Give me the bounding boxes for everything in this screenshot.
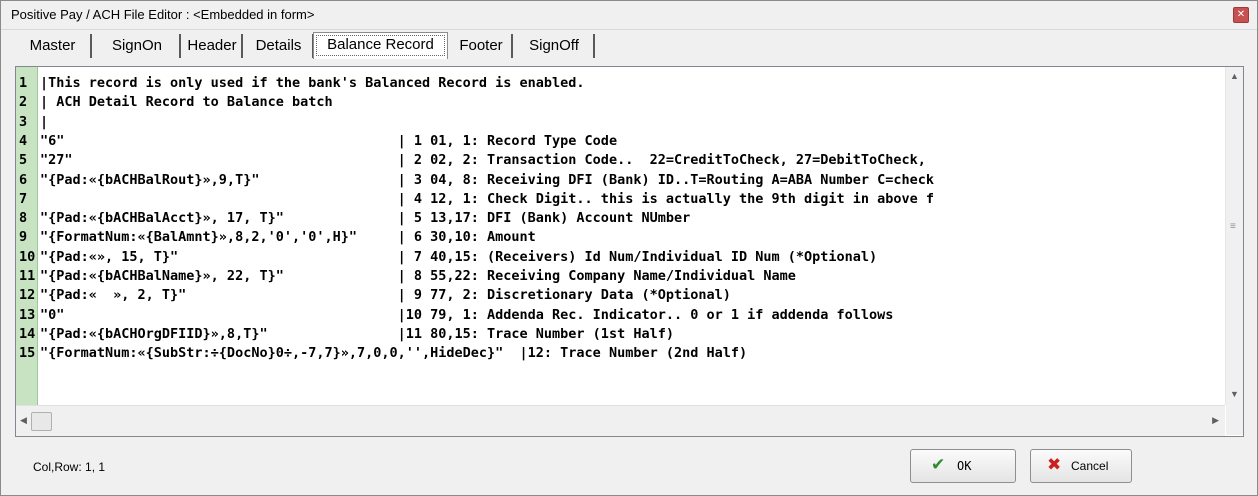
line-number: 4 xyxy=(19,132,28,149)
line-number: 12 xyxy=(19,287,36,304)
code-editor[interactable]: 1 2 3 4 5 6 7 8 9 10 11 12 13 14 15 |Thi… xyxy=(15,66,1244,437)
line-number: 7 xyxy=(19,190,28,207)
code-area[interactable]: |This record is only used if the bank's … xyxy=(40,67,1216,405)
horizontal-scrollbar[interactable]: ◀ ▶ xyxy=(16,405,1225,436)
line-number: 1 xyxy=(19,75,28,91)
vertical-scrollbar[interactable]: ▲ ≡ ▼ xyxy=(1225,67,1243,405)
line-number: 10 xyxy=(19,248,36,265)
ok-label: OK xyxy=(957,459,972,473)
code-line[interactable]: "{Pad:«{bACHBalRout}»,9,T}" | 3 04, 8: R… xyxy=(40,171,934,190)
tab-balance-record[interactable]: Balance Record xyxy=(313,32,448,59)
code-line[interactable]: "{Pad:«{bACHBalAcct}», 17, T}" | 5 13,17… xyxy=(40,209,690,228)
editor-window: Positive Pay / ACH File Editor : <Embedd… xyxy=(0,0,1258,496)
ok-button[interactable]: ✔ OK xyxy=(910,449,1016,483)
cancel-button[interactable]: ✖ Cancel xyxy=(1030,449,1132,483)
code-line[interactable]: "0" |10 79, 1: Addenda Rec. Indicator.. … xyxy=(40,306,893,325)
code-line[interactable]: "{Pad:« », 2, T}" | 9 77, 2: Discretiona… xyxy=(40,286,731,305)
cancel-label: Cancel xyxy=(1071,459,1109,473)
code-line[interactable]: "{Pad:«{bACHOrgDFIID}»,8,T}" |11 80,15: … xyxy=(40,325,674,344)
code-line[interactable]: |This record is only used if the bank's … xyxy=(40,74,585,93)
code-line[interactable]: "{Pad:«», 15, T}" | 7 40,15: (Receivers)… xyxy=(40,248,877,267)
scroll-left-icon[interactable]: ◀ xyxy=(20,415,27,426)
line-number-gutter: 1 2 3 4 5 6 7 8 9 10 11 12 13 14 15 xyxy=(16,67,38,405)
line-number: 5 xyxy=(19,152,28,169)
scrollbar-corner xyxy=(1226,405,1243,435)
line-number: 11 xyxy=(19,268,36,284)
code-line[interactable]: "27" | 2 02, 2: Transaction Code.. 22=Cr… xyxy=(40,151,926,170)
line-number: 3 xyxy=(19,113,28,130)
line-number: 2 xyxy=(19,94,28,111)
line-number: 15 xyxy=(19,345,36,362)
line-number: 8 xyxy=(19,210,28,227)
scroll-grip-icon[interactable]: ≡ xyxy=(1230,221,1236,232)
line-number: 9 xyxy=(19,229,28,246)
tab-signoff[interactable]: SignOff xyxy=(515,34,595,58)
checkmark-icon: ✔ xyxy=(931,455,946,475)
line-number: 13 xyxy=(19,306,36,323)
code-line[interactable]: | xyxy=(40,113,48,132)
horizontal-scroll-thumb[interactable] xyxy=(31,412,52,431)
tab-signon[interactable]: SignOn xyxy=(95,34,181,58)
line-number: 14 xyxy=(19,325,36,342)
scroll-down-icon[interactable]: ▼ xyxy=(1230,389,1239,399)
code-line[interactable]: | 4 12, 1: Check Digit.. this is actuall… xyxy=(40,190,934,209)
tab-header[interactable]: Header xyxy=(183,34,243,58)
window-title: Positive Pay / ACH File Editor : <Embedd… xyxy=(11,7,315,22)
code-line[interactable]: "6" | 1 01, 1: Record Type Code xyxy=(40,132,617,151)
code-line[interactable]: "{Pad:«{bACHBalName}», 22, T}" | 8 55,22… xyxy=(40,267,796,286)
tab-master[interactable]: Master xyxy=(15,34,92,58)
code-line[interactable]: | ACH Detail Record to Balance batch xyxy=(40,93,333,112)
close-icon[interactable]: ✕ xyxy=(1233,7,1249,23)
cursor-position-status: Col,Row: 1, 1 xyxy=(33,460,106,474)
code-line[interactable]: "{FormatNum:«{SubStr:÷{DocNo}0÷,-7,7}»,7… xyxy=(40,344,747,363)
tab-details[interactable]: Details xyxy=(245,34,314,58)
scroll-right-icon[interactable]: ▶ xyxy=(1212,415,1219,426)
cancel-x-icon: ✖ xyxy=(1047,455,1062,475)
scroll-up-icon[interactable]: ▲ xyxy=(1230,71,1239,81)
line-number: 6 xyxy=(19,171,28,188)
title-bar: Positive Pay / ACH File Editor : <Embedd… xyxy=(1,1,1257,30)
code-line[interactable]: "{FormatNum:«{BalAmnt}»,8,2,'0','0',H}" … xyxy=(40,228,536,247)
tab-footer[interactable]: Footer xyxy=(451,34,513,58)
